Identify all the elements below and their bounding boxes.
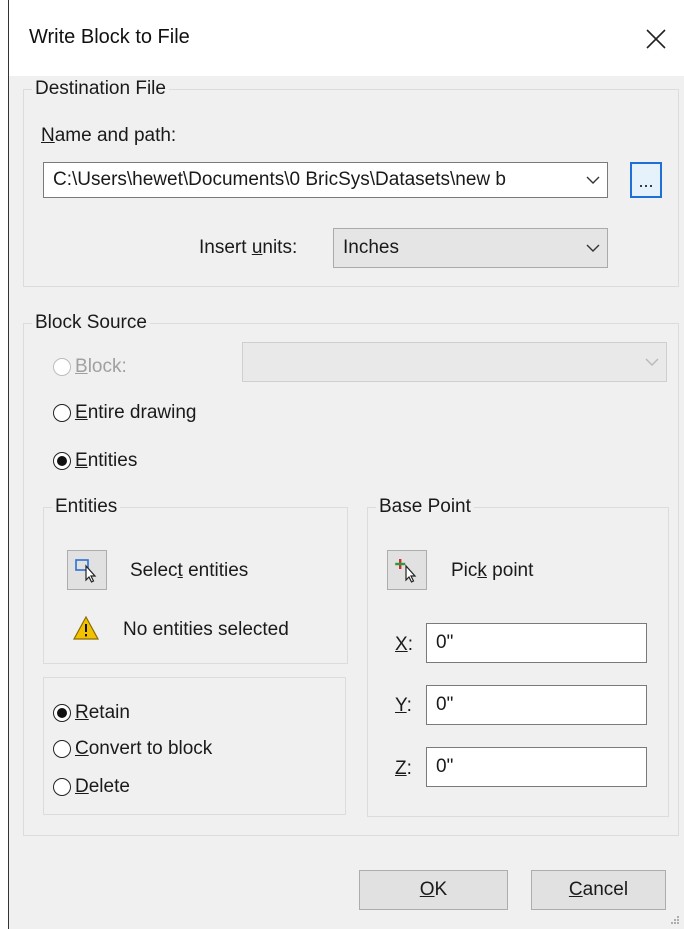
chevron-down-icon[interactable] bbox=[579, 163, 607, 197]
path-value: C:\Users\hewet\Documents\0 BricSys\Datas… bbox=[53, 169, 507, 190]
resize-grip-icon[interactable] bbox=[670, 915, 680, 925]
entities-legend: Entities bbox=[55, 496, 118, 517]
radio-circle-checked bbox=[53, 452, 71, 470]
browse-label: ... bbox=[638, 171, 654, 191]
pick-point-icon bbox=[395, 559, 417, 583]
select-entities-label: Select entities bbox=[130, 560, 249, 581]
pick-point-label: Pick point bbox=[451, 560, 534, 581]
entities-radio[interactable]: Entities bbox=[53, 450, 137, 472]
x-coordinate-label: X: bbox=[395, 634, 413, 655]
dialog-title: Write Block to File bbox=[29, 26, 190, 48]
pick-point-button[interactable] bbox=[387, 550, 427, 590]
insert-units-value: Inches bbox=[343, 237, 399, 258]
convert-to-block-radio[interactable]: Convert to block bbox=[53, 738, 212, 760]
select-entities-icon bbox=[75, 559, 97, 583]
chevron-down-icon bbox=[638, 343, 666, 381]
z-coordinate-value: 0" bbox=[436, 756, 454, 777]
y-coordinate-label: Y: bbox=[395, 695, 412, 716]
select-entities-button[interactable] bbox=[67, 550, 107, 590]
title-bar: Write Block to File bbox=[9, 0, 684, 76]
radio-circle bbox=[53, 778, 71, 796]
destination-file-legend: Destination File bbox=[35, 78, 166, 99]
ok-button[interactable]: OK bbox=[359, 870, 508, 910]
block-radio[interactable]: Block: bbox=[53, 356, 127, 378]
z-coordinate-input[interactable]: 0" bbox=[426, 747, 647, 787]
delete-label: Delete bbox=[75, 776, 130, 797]
radio-circle bbox=[53, 358, 71, 376]
insert-units-label: Insert units: bbox=[199, 237, 298, 258]
warning-icon bbox=[72, 615, 100, 640]
radio-circle-checked bbox=[53, 704, 71, 722]
selection-status-text: No entities selected bbox=[123, 619, 289, 640]
block-name-select bbox=[242, 342, 667, 382]
block-source-legend: Block Source bbox=[35, 312, 147, 333]
radio-circle bbox=[53, 404, 71, 422]
insert-units-select[interactable]: Inches bbox=[333, 228, 608, 268]
entities-radio-label: Entities bbox=[75, 450, 138, 471]
path-combobox[interactable]: C:\Users\hewet\Documents\0 BricSys\Datas… bbox=[43, 162, 608, 198]
browse-button[interactable]: ... bbox=[630, 162, 662, 198]
base-point-legend: Base Point bbox=[379, 496, 471, 517]
z-coordinate-label: Z: bbox=[395, 758, 412, 779]
x-coordinate-value: 0" bbox=[436, 632, 454, 653]
retain-radio[interactable]: Retain bbox=[53, 702, 130, 724]
entire-drawing-label: Entire drawing bbox=[75, 402, 197, 423]
y-coordinate-value: 0" bbox=[436, 694, 454, 715]
convert-to-block-label: Convert to block bbox=[75, 738, 213, 759]
radio-circle bbox=[53, 740, 71, 758]
name-and-path-label: Name and path: bbox=[41, 125, 177, 146]
entire-drawing-radio[interactable]: Entire drawing bbox=[53, 402, 196, 424]
ok-label: OK bbox=[419, 879, 448, 900]
block-radio-label: Block: bbox=[75, 356, 127, 377]
write-block-dialog: Write Block to File Destination File Nam… bbox=[8, 0, 684, 929]
x-coordinate-input[interactable]: 0" bbox=[426, 623, 647, 663]
cancel-label: Cancel bbox=[568, 879, 629, 900]
y-coordinate-input[interactable]: 0" bbox=[426, 685, 647, 725]
close-icon bbox=[646, 29, 666, 49]
close-button[interactable] bbox=[627, 18, 684, 60]
chevron-down-icon[interactable] bbox=[579, 229, 607, 267]
retain-label: Retain bbox=[75, 702, 130, 723]
cancel-button[interactable]: Cancel bbox=[531, 870, 666, 910]
delete-radio[interactable]: Delete bbox=[53, 776, 130, 798]
